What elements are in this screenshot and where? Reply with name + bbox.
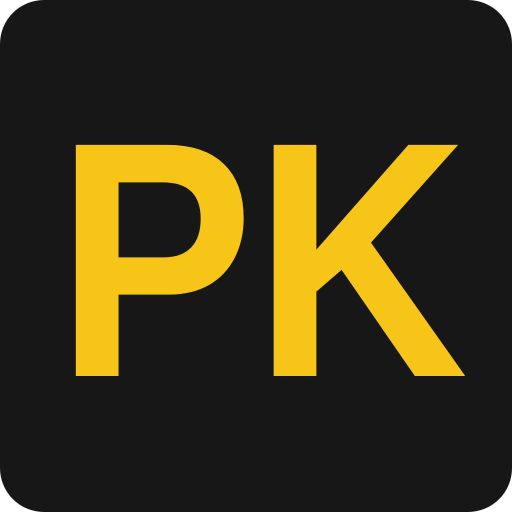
app-icon: PK bbox=[0, 0, 512, 512]
monogram-logo: PK bbox=[56, 134, 468, 378]
monogram-text: PK bbox=[56, 134, 468, 378]
